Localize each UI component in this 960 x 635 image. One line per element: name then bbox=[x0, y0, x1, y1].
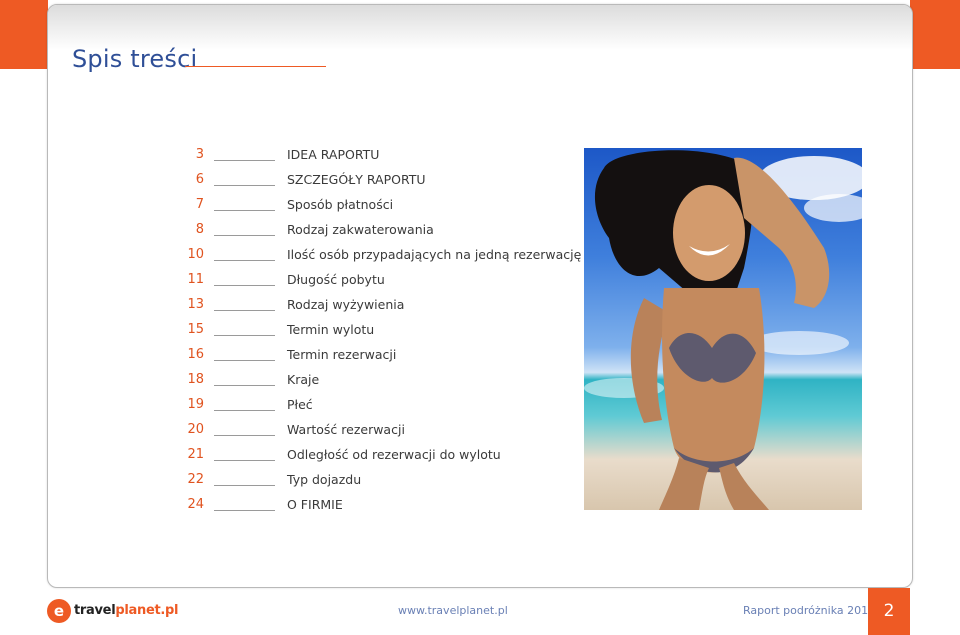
toc-page-number: 10 bbox=[187, 247, 204, 262]
toc-entry-label: Kraje bbox=[287, 372, 320, 387]
toc-entry-label: Płeć bbox=[287, 397, 313, 412]
toc-entry-label: SZCZEGÓŁY RAPORTU bbox=[287, 172, 426, 187]
toc-entry-label: Termin wylotu bbox=[287, 322, 375, 337]
toc-row[interactable]: 24 O FIRMIE bbox=[48, 495, 568, 515]
toc-page-number: 13 bbox=[187, 297, 204, 312]
toc-entry-label: Odległość od rezerwacji do wylotu bbox=[287, 447, 501, 462]
travelplanet-logo-icon: e bbox=[47, 599, 71, 623]
toc-entry-label: Sposób płatności bbox=[287, 197, 394, 212]
toc-leader-line bbox=[214, 260, 275, 261]
footer-report-title: Raport podróżnika 2010 bbox=[743, 604, 876, 617]
toc-page-number: 24 bbox=[187, 497, 204, 512]
toc-leader-line bbox=[214, 360, 275, 361]
toc-entry-label: Długość pobytu bbox=[287, 272, 385, 287]
toc-entry-label: Ilość osób przypadających na jedną rezer… bbox=[287, 247, 582, 262]
toc-leader-line bbox=[214, 435, 275, 436]
toc-entry-label: O FIRMIE bbox=[287, 497, 343, 512]
toc-row[interactable]: 11 Długość pobytu bbox=[48, 270, 568, 290]
toc-page-number: 8 bbox=[195, 222, 204, 237]
toc-row[interactable]: 3 IDEA RAPORTU bbox=[48, 145, 568, 165]
toc-page-number: 6 bbox=[195, 172, 204, 187]
toc-leader-line bbox=[214, 185, 275, 186]
toc-leader-line bbox=[214, 410, 275, 411]
footer-url-link[interactable]: www.travelplanet.pl bbox=[398, 604, 508, 617]
toc-row[interactable]: 8 Rodzaj zakwaterowania bbox=[48, 220, 568, 240]
toc-row[interactable]: 15 Termin wylotu bbox=[48, 320, 568, 340]
page-number-badge: 2 bbox=[868, 588, 910, 635]
toc-page-number: 3 bbox=[195, 147, 204, 162]
toc-page-number: 15 bbox=[187, 322, 204, 337]
page-title: Spis treści bbox=[72, 45, 198, 73]
toc-leader-line bbox=[214, 460, 275, 461]
toc-leader-line bbox=[214, 210, 275, 211]
toc-page-number: 19 bbox=[187, 397, 204, 412]
logo-text-prefix: travel bbox=[74, 603, 116, 618]
toc-row[interactable]: 22 Typ dojazdu bbox=[48, 470, 568, 490]
toc-leader-line bbox=[214, 310, 275, 311]
toc-leader-line bbox=[214, 235, 275, 236]
toc-page-number: 22 bbox=[187, 472, 204, 487]
card-top-gradient bbox=[48, 5, 912, 50]
toc-entry-label: Rodzaj zakwaterowania bbox=[287, 222, 434, 237]
toc-row[interactable]: 7 Sposób płatności bbox=[48, 195, 568, 215]
toc-row[interactable]: 19 Płeć bbox=[48, 395, 568, 415]
toc-leader-line bbox=[214, 385, 275, 386]
toc-entry-label: IDEA RAPORTU bbox=[287, 147, 380, 162]
toc-page-number: 18 bbox=[187, 372, 204, 387]
toc-row[interactable]: 18 Kraje bbox=[48, 370, 568, 390]
toc-leader-line bbox=[214, 510, 275, 511]
toc-entry-label: Rodzaj wyżywienia bbox=[287, 297, 405, 312]
toc-row[interactable]: 16 Termin rezerwacji bbox=[48, 345, 568, 365]
toc-leader-line bbox=[214, 285, 275, 286]
travelplanet-logo[interactable]: e travelplanet.pl bbox=[47, 599, 178, 625]
toc-entry-label: Wartość rezerwacji bbox=[287, 422, 405, 437]
title-underline bbox=[185, 66, 326, 67]
toc-leader-line bbox=[214, 485, 275, 486]
toc-row[interactable]: 21 Odległość od rezerwacji do wylotu bbox=[48, 445, 568, 465]
toc-leader-line bbox=[214, 335, 275, 336]
toc-row[interactable]: 6 SZCZEGÓŁY RAPORTU bbox=[48, 170, 568, 190]
toc-row[interactable]: 10 Ilość osób przypadających na jedną rez… bbox=[48, 245, 581, 265]
toc-row[interactable]: 20 Wartość rezerwacji bbox=[48, 420, 568, 440]
toc-page-number: 21 bbox=[187, 447, 204, 462]
toc-leader-line bbox=[214, 160, 275, 161]
toc-page-number: 7 bbox=[195, 197, 204, 212]
beach-photo bbox=[584, 148, 862, 510]
toc-entry-label: Typ dojazdu bbox=[287, 472, 362, 487]
top-accent-band-right bbox=[910, 0, 960, 69]
page-card: Spis treści 3 IDEA RAPORTU 6 SZCZEGÓŁY RAPO… bbox=[47, 4, 913, 588]
toc-entry-label: Termin rezerwacji bbox=[287, 347, 397, 362]
toc-page-number: 16 bbox=[187, 347, 204, 362]
toc-row[interactable]: 13 Rodzaj wyżywienia bbox=[48, 295, 568, 315]
top-accent-band-left bbox=[0, 0, 48, 69]
logo-text-suffix: planet.pl bbox=[115, 603, 179, 618]
beach-photo-illustration bbox=[584, 150, 862, 510]
toc-page-number: 11 bbox=[187, 272, 204, 287]
toc-page-number: 20 bbox=[187, 422, 204, 437]
